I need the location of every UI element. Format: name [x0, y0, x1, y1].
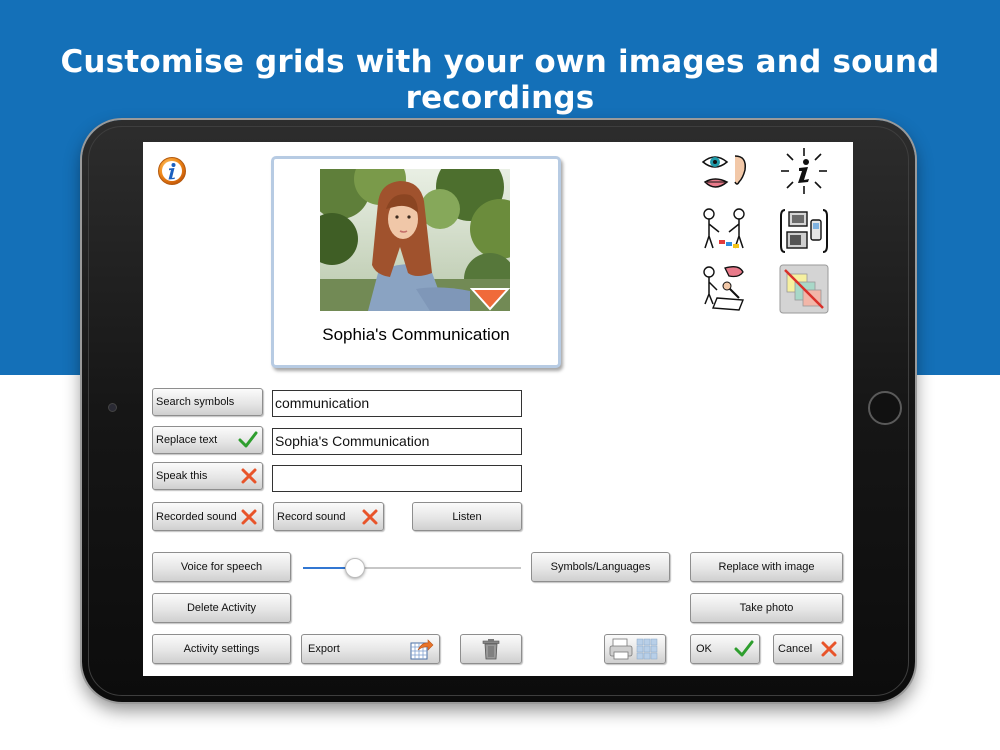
talk-write-icon[interactable] [699, 264, 749, 314]
take-photo-label: Take photo [739, 602, 794, 614]
search-symbols-label: Search symbols [156, 396, 235, 408]
printer-grid-icon [609, 638, 658, 660]
dropdown-triangle-icon[interactable] [470, 287, 510, 311]
trash-icon [482, 639, 500, 660]
app-screen: Sophia's Communication Search symbols co… [143, 142, 853, 676]
voice-for-speech-button[interactable]: Voice for speech [152, 552, 291, 582]
listen-label: Listen [452, 510, 482, 523]
recorded-sound-button[interactable]: Recorded sound [152, 502, 263, 531]
preview-card[interactable]: Sophia's Communication [271, 156, 561, 368]
cross-icon [241, 468, 257, 484]
no-image-icon[interactable] [779, 264, 829, 314]
speak-this-label: Speak this [156, 470, 208, 482]
cross-icon [821, 641, 837, 657]
activity-settings-button[interactable]: Activity settings [152, 634, 291, 664]
symbols-languages-button[interactable]: Symbols/Languages [531, 552, 670, 582]
headline: Customise grids with your own images and… [60, 44, 940, 116]
eye-ear-mouth-icon[interactable] [699, 148, 749, 198]
card-title: Sophia's Communication [322, 325, 510, 344]
replace-with-image-button[interactable]: Replace with image [690, 552, 843, 582]
replace-text-button[interactable]: Replace text [152, 426, 263, 454]
cancel-label: Cancel [778, 643, 813, 655]
ok-button[interactable]: OK [690, 634, 760, 664]
search-input[interactable]: communication [272, 390, 522, 417]
delete-activity-label: Delete Activity [186, 602, 257, 614]
people-activity-icon[interactable] [699, 206, 749, 256]
delete-activity-button[interactable]: Delete Activity [152, 593, 291, 623]
print-grid-button[interactable] [604, 634, 666, 664]
cancel-button[interactable]: Cancel [773, 634, 843, 664]
export-button[interactable]: Export [301, 634, 440, 664]
delete-button[interactable] [460, 634, 522, 664]
listen-button[interactable]: Listen [412, 502, 522, 531]
symbols-languages-label: Symbols/Languages [550, 561, 651, 573]
cross-icon [241, 509, 257, 524]
voice-for-speech-label: Voice for speech [180, 561, 263, 573]
check-icon [238, 431, 258, 448]
take-photo-button[interactable]: Take photo [690, 593, 843, 623]
check-icon [734, 640, 754, 657]
ok-label: OK [696, 643, 712, 655]
export-label: Export [308, 643, 340, 655]
record-sound-button[interactable]: Record sound [273, 502, 384, 531]
home-button[interactable] [868, 391, 902, 425]
activity-settings-label: Activity settings [183, 643, 260, 655]
replace-with-image-label: Replace with image [718, 561, 815, 573]
info-icon[interactable] [157, 156, 187, 186]
replace-text-label: Replace text [156, 434, 218, 446]
cross-icon [362, 509, 378, 524]
camera-icon [108, 403, 117, 412]
search-symbols-button[interactable]: Search symbols [152, 388, 263, 416]
devices-icon[interactable] [779, 206, 829, 256]
replace-text-input[interactable]: Sophia's Communication [272, 428, 522, 455]
record-sound-label: Record sound [277, 510, 346, 523]
slider-knob[interactable] [345, 558, 365, 578]
speech-rate-slider[interactable] [303, 567, 521, 569]
information-icon[interactable] [779, 146, 829, 196]
speak-this-input[interactable] [272, 465, 522, 492]
speak-this-button[interactable]: Speak this [152, 462, 263, 490]
recorded-sound-label: Recorded sound [156, 510, 237, 523]
export-icon [410, 639, 434, 660]
